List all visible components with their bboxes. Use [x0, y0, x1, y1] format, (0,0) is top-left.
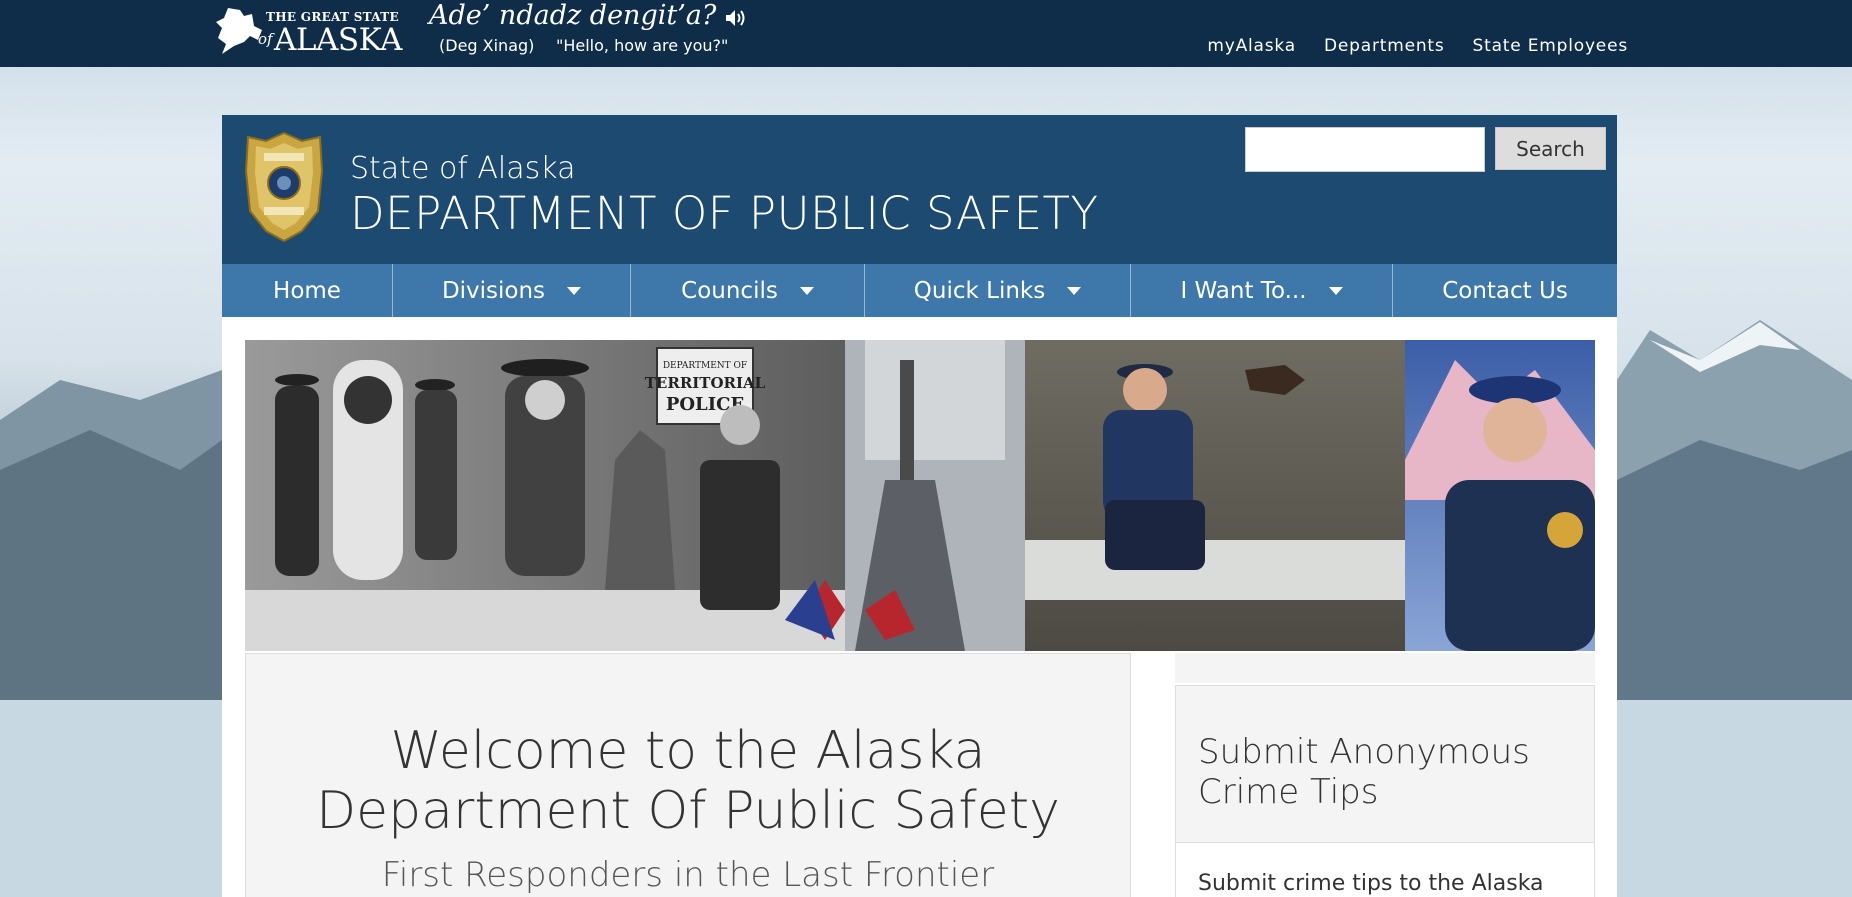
caret-down-icon [1067, 286, 1082, 295]
welcome-title-line-1: Welcome to the Alaska [390, 721, 986, 781]
caret-down-icon [799, 286, 814, 295]
nav-divisions-label: Divisions [441, 277, 546, 304]
nav-quick-links[interactable]: Quick Links [865, 264, 1131, 317]
dept-header: State of Alaska DEPARTMENT OF PUBLIC SAF… [222, 115, 1617, 264]
logo-of-text: of [258, 30, 273, 48]
myalaska-link[interactable]: myAlaska [1207, 36, 1296, 56]
departments-link[interactable]: Departments [1324, 36, 1445, 56]
caret-down-icon [1328, 286, 1343, 295]
state-of-alaska-text: State of Alaska [350, 151, 576, 186]
top-links: myAlaska Departments State Employees [1207, 36, 1628, 56]
nav-home[interactable]: Home [222, 264, 393, 317]
welcome-title: Welcome to the Alaska Department Of Publ… [246, 721, 1130, 841]
search-input[interactable] [1245, 127, 1485, 172]
nav-divisions[interactable]: Divisions [393, 264, 631, 317]
welcome-panel: Welcome to the Alaska Department Of Publ… [245, 653, 1131, 897]
greeting-language: (Deg Xinag) [439, 36, 535, 55]
greeting-translation: "Hello, how are you?" [556, 36, 729, 55]
nav-contact-us-label: Contact Us [1442, 277, 1568, 304]
speaker-icon[interactable] [724, 8, 748, 28]
crime-tips-title-line-2: Crime Tips [1198, 772, 1379, 812]
crime-tips-body: Submit crime tips to the Alaska [1198, 871, 1544, 896]
sign-line-2: TERRITORIAL [645, 374, 766, 392]
crime-tips-header: Submit Anonymous Crime Tips [1176, 686, 1594, 843]
hero-banner-image: DEPARTMENT OF TERRITORIAL POLICE [245, 340, 1595, 651]
caret-down-icon [567, 286, 582, 295]
nav-contact-us[interactable]: Contact Us [1393, 264, 1617, 317]
crime-tips-card[interactable]: Submit Anonymous Crime Tips Submit crime… [1175, 685, 1595, 897]
dept-title: DEPARTMENT OF PUBLIC SAFETY [350, 187, 1099, 240]
alaska-state-logo[interactable]: THE GREAT STATE of ALASKA [214, 6, 424, 58]
search-button[interactable]: Search [1495, 127, 1606, 170]
crime-tips-title: Submit Anonymous Crime Tips [1198, 732, 1572, 812]
dps-badge-icon[interactable] [242, 131, 326, 243]
crime-tips-title-line-1: Submit Anonymous [1198, 732, 1530, 772]
welcome-title-line-2: Department Of Public Safety [316, 781, 1060, 841]
top-bar: THE GREAT STATE of ALASKA Ade’ ndadz den… [0, 0, 1852, 67]
nav-i-want-to[interactable]: I Want To... [1131, 264, 1393, 317]
nav-home-label: Home [273, 277, 341, 304]
sidebar-spacer [1175, 653, 1595, 683]
sign-line-1: DEPARTMENT OF [663, 361, 747, 371]
hero-banner: DEPARTMENT OF TERRITORIAL POLICE [245, 340, 1595, 651]
nav-quick-links-label: Quick Links [913, 277, 1046, 304]
state-employees-link[interactable]: State Employees [1473, 36, 1628, 56]
nav-councils[interactable]: Councils [631, 264, 865, 317]
main-container: State of Alaska DEPARTMENT OF PUBLIC SAF… [222, 115, 1617, 897]
logo-big-text: ALASKA [274, 22, 402, 58]
native-greeting: Ade’ ndadz dengit’a? [429, 0, 717, 31]
main-nav: Home Divisions Councils Quick Links I Wa… [222, 264, 1617, 317]
nav-i-want-to-label: I Want To... [1180, 277, 1307, 304]
welcome-subtitle: First Responders in the Last Frontier [381, 855, 995, 895]
nav-councils-label: Councils [681, 277, 778, 304]
